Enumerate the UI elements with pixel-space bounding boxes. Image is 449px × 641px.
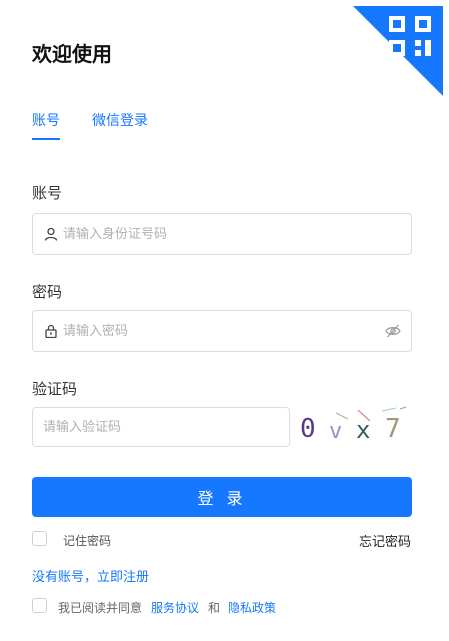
page-title: 欢迎使用 — [32, 42, 112, 66]
remember-label: 记住密码 — [63, 534, 112, 548]
captcha-char: 7 — [385, 414, 401, 444]
eye-off-icon[interactable] — [385, 323, 401, 339]
captcha-label: 验证码 — [32, 380, 78, 398]
account-field — [32, 213, 412, 255]
login-button[interactable]: 登 录 — [32, 477, 412, 517]
captcha-char: 0 — [300, 414, 316, 444]
captcha-field — [32, 407, 290, 447]
account-label: 账号 — [32, 184, 63, 202]
captcha-image[interactable]: 0 v x 7 — [296, 405, 412, 449]
agreement-prefix: 我已阅读并同意 — [58, 601, 143, 615]
captcha-char: v — [329, 419, 342, 444]
agreement-conjunction: 和 — [208, 601, 221, 615]
login-card: 欢迎使用 账号 微信登录 账号 密码 验证码 0 — [0, 0, 449, 641]
captcha-input[interactable] — [43, 408, 279, 446]
password-label: 密码 — [32, 283, 63, 301]
tab-wechat-login[interactable]: 微信登录 — [92, 110, 148, 130]
lock-icon — [45, 324, 57, 338]
register-link[interactable]: 没有账号，立即注册 — [32, 566, 149, 585]
password-field — [32, 310, 412, 352]
forgot-password-link[interactable]: 忘记密码 — [359, 531, 411, 550]
active-tab-indicator — [32, 138, 60, 140]
privacy-policy-link[interactable]: 隐私政策 — [228, 599, 276, 616]
captcha-noise-line — [399, 406, 407, 410]
qr-login-toggle[interactable] — [353, 6, 443, 96]
captcha-char: x — [356, 416, 370, 444]
service-agreement-link[interactable]: 服务协议 — [151, 599, 199, 616]
user-icon — [44, 227, 58, 241]
account-input[interactable] — [63, 214, 383, 254]
tab-account[interactable]: 账号 — [32, 110, 60, 130]
captcha-noise-line — [381, 407, 397, 412]
qrcode-icon — [353, 6, 443, 96]
remember-checkbox[interactable] — [32, 531, 47, 546]
password-input[interactable] — [63, 311, 383, 351]
agreement-checkbox[interactable] — [32, 598, 47, 613]
